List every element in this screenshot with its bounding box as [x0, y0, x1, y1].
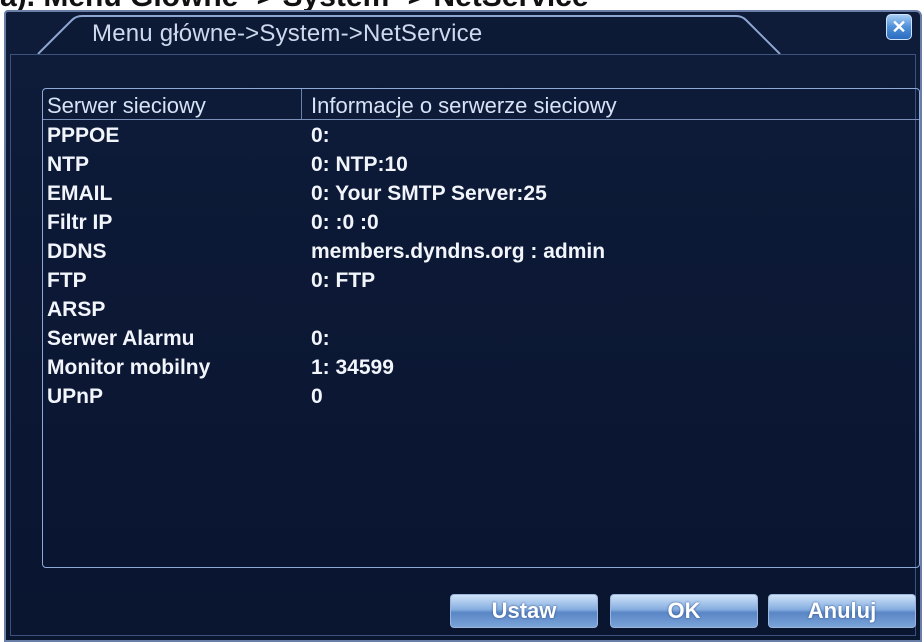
service-name: PPPOE — [47, 124, 120, 147]
table-row[interactable]: Monitor mobilny 1: 34599 — [43, 353, 919, 382]
column-divider — [301, 89, 302, 119]
service-info: 0: :0 :0 — [311, 211, 379, 234]
table-row[interactable]: FTP 0: FTP — [43, 266, 919, 295]
service-info: members.dyndns.org : admin — [311, 240, 606, 263]
service-name: UPnP — [47, 385, 104, 408]
service-name: Filtr IP — [47, 211, 113, 234]
cancel-button[interactable]: Anuluj — [768, 594, 916, 628]
service-info: 1: 34599 — [311, 356, 394, 379]
table-row[interactable]: ARSP — [43, 295, 919, 324]
table-row[interactable]: DDNS members.dyndns.org : admin — [43, 237, 919, 266]
column-header-service[interactable]: Serwer sieciowy — [47, 93, 206, 119]
netservice-window: Menu główne->System->NetService ✕ Serwer… — [4, 10, 922, 642]
netservice-list: Serwer sieciowy Informacje o serwerze si… — [42, 88, 920, 568]
set-button[interactable]: Ustaw — [450, 594, 598, 628]
ok-button[interactable]: OK — [610, 594, 758, 628]
service-name: NTP — [47, 153, 89, 176]
service-name: DDNS — [47, 240, 107, 263]
service-name: Monitor mobilny — [47, 356, 211, 379]
service-info: 0: Your SMTP Server:25 — [311, 182, 547, 205]
title-tab: Menu główne->System->NetService — [36, 14, 786, 54]
table-row[interactable]: EMAIL 0: Your SMTP Server:25 — [43, 179, 919, 208]
table-row[interactable]: PPPOE 0: — [43, 121, 919, 150]
service-info: 0: FTP — [311, 269, 376, 292]
table-row[interactable]: NTP 0: NTP:10 — [43, 150, 919, 179]
service-info: 0: NTP:10 — [311, 153, 408, 176]
service-info: 0: — [311, 124, 330, 147]
window-title: Menu główne->System->NetService — [92, 20, 483, 47]
service-name: Serwer Alarmu — [47, 327, 195, 350]
table-row[interactable]: Serwer Alarmu 0: — [43, 324, 919, 353]
service-name: ARSP — [47, 298, 106, 321]
page: a). Menu Główne -> System -> NetService … — [0, 0, 924, 642]
service-info: 0: — [311, 327, 330, 350]
table-row[interactable]: UPnP 0 — [43, 382, 919, 411]
list-header: Serwer sieciowy Informacje o serwerze si… — [43, 89, 919, 120]
table-row[interactable]: Filtr IP 0: :0 :0 — [43, 208, 919, 237]
list-rows: PPPOE 0: NTP 0: NTP:10 EMAIL 0: Your SMT… — [43, 121, 919, 411]
column-header-info[interactable]: Informacje o serwerze sieciowy — [311, 93, 617, 119]
service-name: FTP — [47, 269, 87, 292]
service-info: 0 — [311, 385, 323, 408]
close-icon[interactable]: ✕ — [886, 14, 912, 40]
service-name: EMAIL — [47, 182, 113, 205]
